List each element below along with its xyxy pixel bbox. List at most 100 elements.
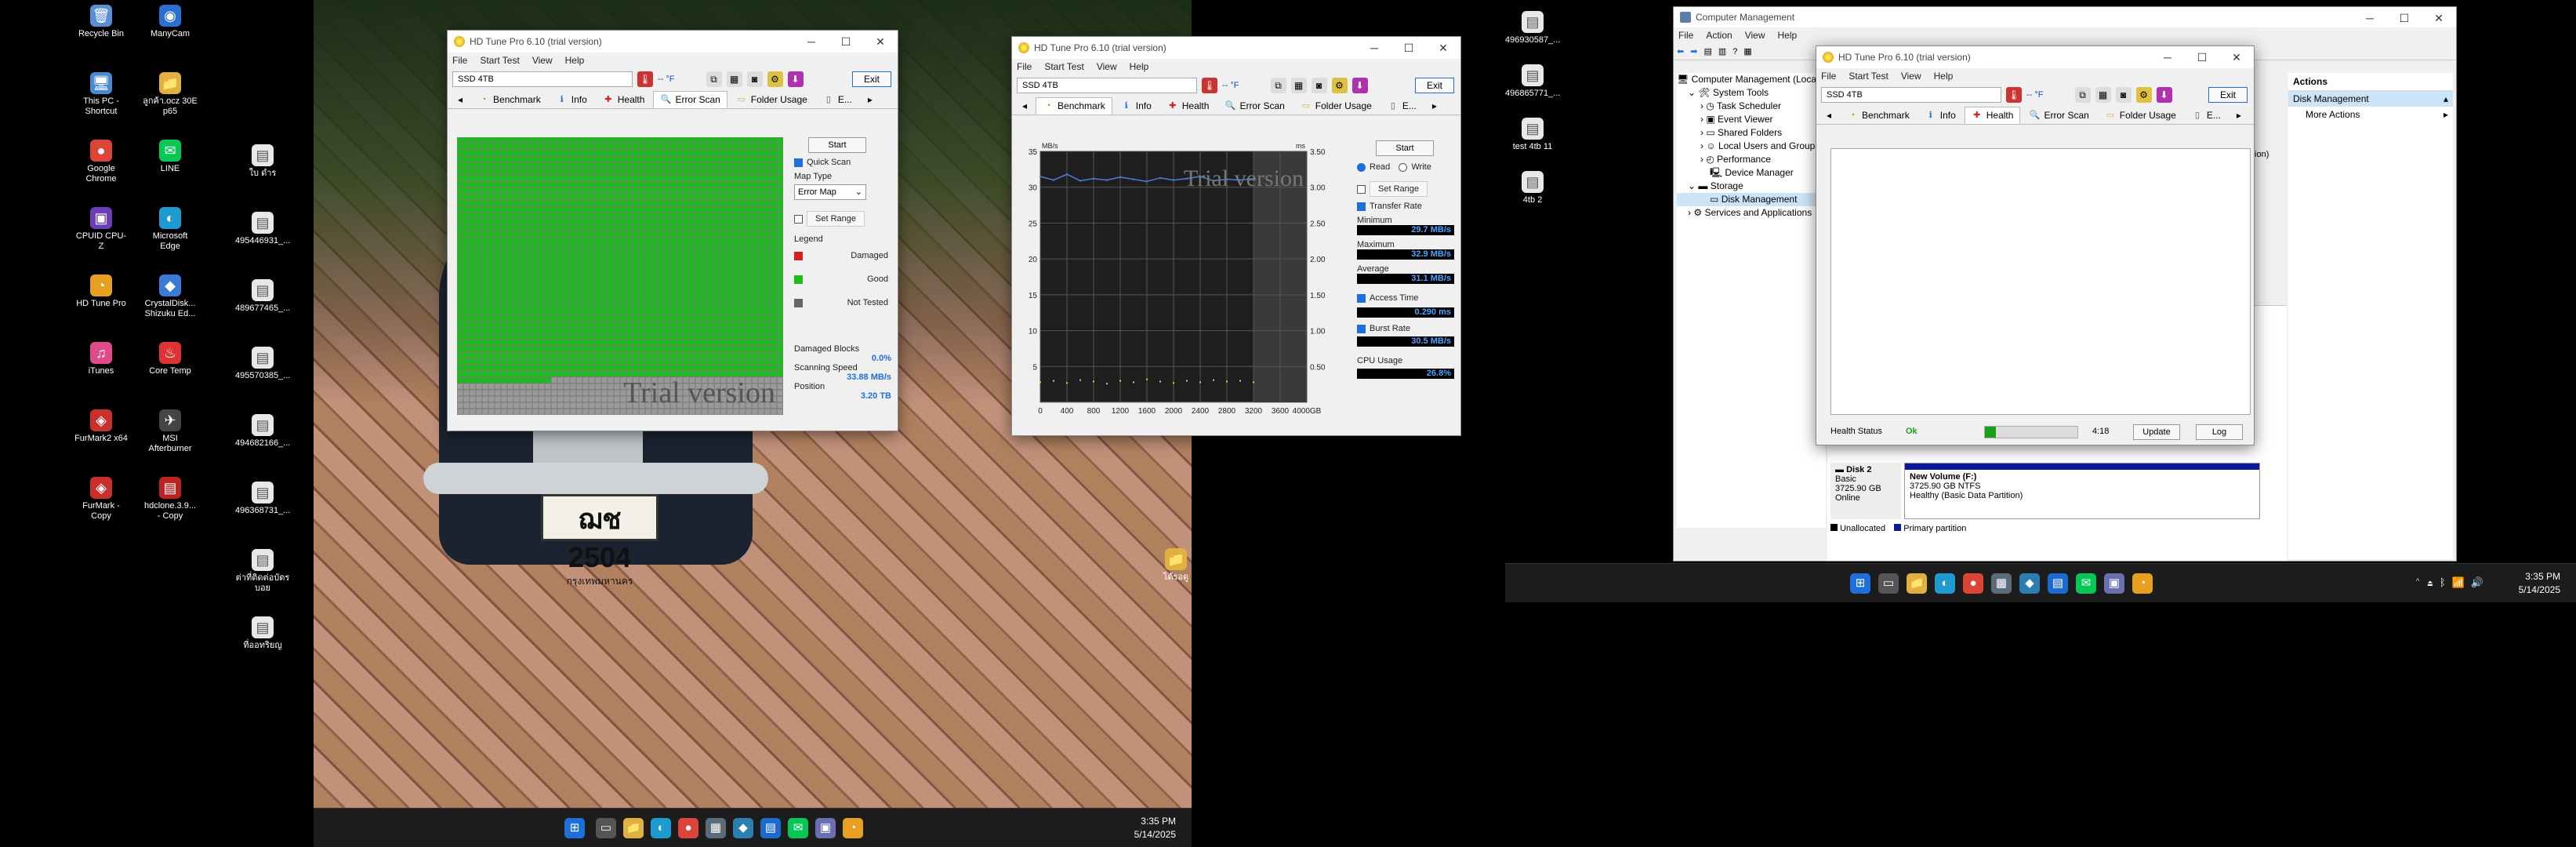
tree-disk-management[interactable]: ▭ Disk Management — [1677, 193, 1826, 206]
file-icon[interactable]: ▤ ใบ ดำร — [235, 141, 290, 179]
drive-select[interactable]: SSD 4TB — [1821, 87, 2001, 103]
calculator-icon[interactable]: ▦ — [1991, 573, 2012, 594]
minimize-button[interactable]: ─ — [1357, 37, 1391, 59]
write-radio[interactable]: Write — [1399, 162, 1431, 172]
save-icon[interactable]: ▦ — [1290, 78, 1307, 93]
exit-button[interactable]: Exit — [1415, 78, 1454, 93]
task-view-icon[interactable]: ▭ — [1878, 573, 1899, 594]
camera-icon[interactable]: ◙ — [1311, 78, 1327, 93]
download-icon[interactable]: ⬇ — [1351, 78, 1368, 93]
desktop-icon[interactable]: ✈ MSI Afterburner — [143, 406, 198, 454]
file-icon[interactable]: ▤ 496368731_... — [235, 478, 290, 516]
desktop-icon[interactable]: ♨ Core Temp — [143, 339, 198, 376]
start-icon[interactable]: ⊞ — [564, 818, 585, 838]
titlebar[interactable]: HD Tune Pro 6.10 (trial version) ─ ☐ ✕ — [448, 31, 898, 53]
menu-file[interactable]: File — [1821, 71, 1836, 82]
tree-system-tools[interactable]: ⌄ 🛠 System Tools — [1677, 86, 1826, 100]
maximize-button[interactable]: ☐ — [2185, 46, 2219, 68]
close-button[interactable]: ✕ — [2422, 7, 2456, 29]
download-icon[interactable]: ⬇ — [787, 71, 804, 87]
start-button[interactable]: Start — [808, 137, 866, 153]
system-tray[interactable]: ⌃⏏ᛒ📶🔊 — [2415, 576, 2490, 589]
line-icon[interactable]: ✉ — [2076, 573, 2096, 594]
smart-attributes-list[interactable] — [1830, 148, 2251, 415]
tab-folder-usage[interactable]: ▭ Folder Usage — [2098, 107, 2183, 124]
tab-health[interactable]: ✚ Health — [596, 91, 652, 108]
set-range-checkbox[interactable]: Set Range — [1357, 181, 1454, 197]
volume-box[interactable]: New Volume (F:) 3725.90 GB NTFS Healthy … — [1904, 463, 2260, 519]
maximize-button[interactable]: ☐ — [1391, 37, 1426, 59]
close-button[interactable]: ✕ — [863, 31, 898, 53]
tree-event-viewer[interactable]: › ▣ Event Viewer — [1677, 113, 1826, 126]
menu-view[interactable]: View — [532, 55, 553, 66]
menu-file[interactable]: File — [1678, 30, 1693, 41]
menu-view[interactable]: View — [1097, 61, 1117, 72]
log-button[interactable]: Log — [2196, 424, 2243, 440]
access-time-checkbox[interactable]: Access Time — [1357, 293, 1454, 303]
task-view-icon[interactable]: ▭ — [596, 818, 616, 838]
exit-button[interactable]: Exit — [2208, 87, 2248, 103]
app-icon[interactable]: ▣ — [815, 818, 836, 838]
tab-info[interactable]: ℹ Info — [1918, 107, 1963, 124]
quick-scan-checkbox[interactable]: Quick Scan — [794, 158, 891, 167]
options-icon[interactable]: ⚙ — [1331, 78, 1348, 93]
tab-folder-usage[interactable]: ▭ Folder Usage — [729, 91, 815, 108]
tree-storage[interactable]: ⌄ ▬ Storage — [1677, 180, 1826, 193]
file-icon[interactable]: ▤ 494682166_... — [235, 411, 290, 449]
crystaldisk-icon[interactable]: ◆ — [2019, 573, 2040, 594]
file-icon[interactable]: ▤ 496930587_... — [1505, 8, 1560, 45]
notepad-icon[interactable]: ▤ — [2048, 573, 2068, 594]
file-explorer-icon[interactable]: 📁 — [1907, 573, 1927, 594]
desktop-icon[interactable]: ♫ iTunes — [74, 339, 129, 376]
burst-rate-checkbox[interactable]: Burst Rate — [1357, 324, 1454, 333]
forward-icon[interactable]: ➡ — [1690, 46, 1697, 56]
tree-task-scheduler[interactable]: › ◷ Task Scheduler — [1677, 100, 1826, 113]
tab-folder-usage[interactable]: ▭ Folder Usage — [1293, 97, 1379, 115]
copy-icon[interactable]: ⧉ — [706, 71, 722, 87]
tab-scroll-right[interactable]: ▸ — [2230, 107, 2248, 124]
disk-info[interactable]: ▬ Disk 2 Basic 3725.90 GB Online — [1830, 463, 1901, 519]
desktop-icon[interactable]: ✉ LINE — [143, 136, 198, 174]
titlebar[interactable]: HD Tune Pro 6.10 (trial version) ─ ☐ ✕ — [1816, 46, 2254, 68]
desktop-icon[interactable]: ▣ CPUID CPU-Z — [74, 204, 129, 252]
clock[interactable]: 3:35 PM 5/14/2025 — [2519, 570, 2560, 597]
tab-error-scan[interactable]: 🔍 Error Scan — [1217, 97, 1291, 115]
tab-scroll-left[interactable]: ◂ — [1820, 107, 1838, 124]
exit-button[interactable]: Exit — [852, 71, 891, 87]
menu-file[interactable]: File — [1017, 61, 1032, 72]
properties-icon[interactable]: ▦ — [1743, 46, 1751, 56]
set-range-checkbox[interactable]: Set Range — [794, 211, 891, 227]
desktop-icon[interactable]: ◈ FurMark2 x64 — [74, 406, 129, 444]
tab-info[interactable]: ℹ Info — [1114, 97, 1159, 115]
menu-help[interactable]: Help — [1778, 30, 1798, 41]
tab-error-scan[interactable]: 🔍 Error Scan — [2022, 107, 2095, 124]
notepad-icon[interactable]: ▤ — [760, 818, 781, 838]
edge-icon[interactable]: ◐ — [1935, 573, 1955, 594]
menu-help[interactable]: Help — [565, 55, 585, 66]
file-icon[interactable]: ▤ ต่าที่ติดต่อบัตร บอย — [235, 546, 290, 594]
tab-more[interactable]: ▯ E... — [2185, 107, 2228, 124]
hdtune-icon[interactable]: ◔ — [2132, 573, 2153, 594]
transfer-rate-checkbox[interactable]: Transfer Rate — [1357, 202, 1454, 211]
copy-icon[interactable]: ⧉ — [1270, 78, 1286, 93]
tree-shared-folders[interactable]: › ▭ Shared Folders — [1677, 126, 1826, 140]
tree-local-users[interactable]: › ☺ Local Users and Groups — [1677, 140, 1826, 153]
hdtune-icon[interactable]: ◔ — [843, 818, 863, 838]
tab-scroll-right[interactable]: ▸ — [861, 91, 880, 108]
drive-select[interactable]: SSD 4TB — [452, 71, 633, 87]
desktop-icon[interactable]: ● Google Chrome — [74, 136, 129, 184]
file-icon[interactable]: ▤ ที่ออทริยญ — [235, 613, 290, 651]
camera-icon[interactable]: ◙ — [746, 71, 763, 87]
tree-services[interactable]: › ⚙ Services and Applications — [1677, 206, 1826, 220]
camera-icon[interactable]: ◙ — [2115, 87, 2132, 103]
close-button[interactable]: ✕ — [1426, 37, 1460, 59]
menu-view[interactable]: View — [1901, 71, 1921, 82]
desktop-icon[interactable]: ◉ ManyCam — [143, 2, 198, 39]
desktop-icon[interactable]: ◐ Microsoft Edge — [143, 204, 198, 252]
options-icon[interactable]: ⚙ — [2135, 87, 2152, 103]
tab-info[interactable]: ℹ Info — [550, 91, 594, 108]
tree-performance[interactable]: › ◴ Performance — [1677, 153, 1826, 166]
tab-health[interactable]: ✚ Health — [1160, 97, 1217, 115]
tree-root[interactable]: 🖥 Computer Management (Local — [1677, 73, 1826, 86]
desktop-icon[interactable]: ◔ HD Tune Pro — [74, 271, 129, 309]
